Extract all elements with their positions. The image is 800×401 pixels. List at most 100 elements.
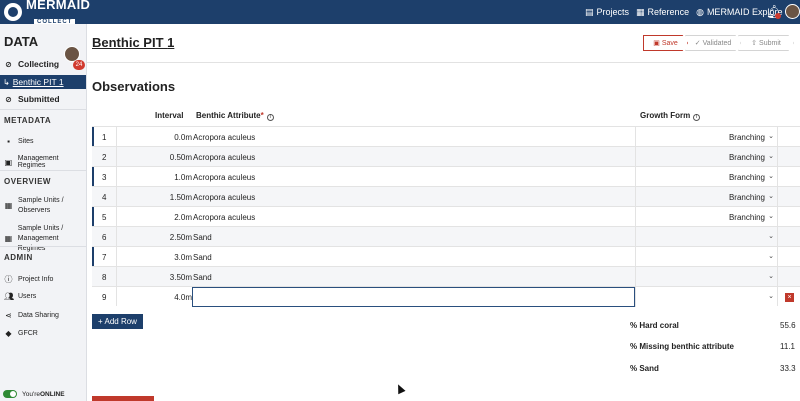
sites-icon: ▪ [7, 137, 10, 146]
info-icon: ⓘ [4, 275, 13, 284]
row-number: 8 [102, 273, 107, 282]
column-header-growth-form: Growth Form i [640, 111, 701, 121]
growth-form-select[interactable]: Branching ⌄ [635, 187, 777, 207]
chevron-down-icon: ⌄ [768, 193, 774, 200]
sidebar-item-sites[interactable]: ▪ Sites [4, 137, 34, 146]
sidebar-item-label: Users [18, 293, 37, 300]
sidebar-item-users[interactable]: 👥︎ Users [4, 292, 36, 301]
interval-cell: 2.50m [169, 233, 192, 242]
user-avatar[interactable] [785, 4, 800, 19]
row-number: 7 [102, 253, 107, 262]
table-row: 2 0.50m Acropora aculeus Branching ⌄ [92, 146, 800, 167]
mermaid-logo[interactable]: MERMAID COLLECT [4, 0, 90, 27]
info-icon[interactable]: i [693, 114, 701, 121]
nav-reference[interactable]: ▦ Reference [636, 7, 689, 18]
row-number: 6 [102, 233, 107, 242]
nav-projects[interactable]: ▤ Projects [585, 7, 629, 18]
top-bar: MERMAID COLLECT ▤ Projects ▦ Reference ◍… [0, 0, 800, 27]
column-header-interval: Interval [155, 111, 184, 120]
interval-cell: 0.0m [174, 133, 192, 142]
sidebar-item-project-info[interactable]: ⓘ Project Info [4, 274, 54, 285]
sidebar-item-label: Sites [18, 138, 34, 145]
sidebar-item-collecting[interactable]: ⊘ Collecting [4, 59, 59, 69]
chevron-down-icon: ⌄ [768, 253, 774, 260]
validated-label: Validated [702, 39, 732, 47]
globe-icon: ◍ [696, 6, 704, 17]
growth-form-select[interactable]: Branching ⌄ [635, 147, 777, 167]
benthic-attribute-cell[interactable]: Sand [193, 233, 212, 242]
sidebar-item-label: Observers [18, 207, 51, 214]
benthic-attribute-cell[interactable]: Sand [193, 253, 212, 262]
sidebar-item-label: Management Regimes [17, 155, 59, 169]
upload-icon: ⇧ [751, 40, 758, 47]
regimes-icon: ▣ [4, 157, 13, 167]
benthic-attribute-cell[interactable]: Acropora aculeus [193, 153, 255, 162]
brand-title: MERMAID [26, 0, 91, 12]
sidebar-item-label: Collecting [18, 59, 60, 69]
online-status[interactable]: You're ONLINE [3, 390, 65, 398]
sidebar-item-label: Data Sharing [18, 312, 59, 319]
sidebar-item-data-sharing[interactable]: ⋖ Data Sharing [4, 311, 59, 320]
divider [0, 246, 86, 247]
summary-missing-label: % Missing benthic attribute [630, 342, 735, 351]
benthic-attribute-cell[interactable]: Acropora aculeus [193, 193, 255, 202]
gfcr-icon: ◆ [5, 329, 12, 338]
notification-dot [775, 13, 781, 19]
interval-cell: 0.50m [169, 153, 192, 162]
benthic-attribute-cell[interactable]: Sand [193, 273, 212, 282]
sidebar-item-gfcr[interactable]: ◆ GFCR [4, 329, 37, 338]
submit-label: Submit [759, 39, 781, 47]
info-icon[interactable]: i [266, 114, 274, 121]
validated-button[interactable]: ✓ Validated [685, 35, 741, 51]
delete-row-button[interactable]: × [785, 293, 794, 302]
growth-form-select[interactable]: ⌄ [635, 287, 777, 307]
growth-form-select[interactable]: ⌄ [635, 267, 777, 287]
sidebar-item-label: Sample Units / [17, 225, 64, 232]
benthic-attribute-input[interactable] [192, 287, 635, 307]
growth-form-select[interactable]: ⌄ [635, 247, 777, 267]
growth-form-select[interactable]: Branching ⌄ [635, 207, 777, 227]
required-asterisk: * [260, 111, 264, 120]
summary-missing-value: 11.1 [780, 342, 795, 351]
nav-projects-label: Projects [596, 7, 630, 17]
chevron-down-icon: ⌄ [768, 293, 774, 300]
summary-sand-value: 33.3 [780, 364, 796, 373]
growth-form-select[interactable]: ⌄ [635, 227, 777, 247]
table-row: 3 1.0m Acropora aculeus Branching ⌄ [92, 166, 800, 187]
row-number: 5 [102, 213, 107, 222]
growth-form-value: Branching [728, 133, 765, 142]
mermaid-logo-icon [4, 3, 22, 21]
save-button[interactable]: ▣ Save [643, 35, 688, 51]
nav-reference-label: Reference [647, 7, 690, 17]
mouse-cursor-icon [394, 382, 406, 395]
observations-heading: Observations [92, 79, 176, 94]
table-row: 6 2.50m Sand ⌄ [92, 226, 800, 247]
sidebar-item-management-regimes[interactable]: ▣ Management Regimes [4, 155, 86, 169]
growth-form-select[interactable]: Branching ⌄ [635, 127, 777, 147]
sidebar-item-benthic-pit[interactable]: ↳ Benthic PIT 1 [0, 75, 86, 89]
benthic-attribute-cell[interactable]: Acropora aculeus [193, 133, 255, 142]
online-toggle[interactable] [3, 390, 17, 398]
add-row-button[interactable]: + Add Row [92, 314, 143, 329]
sidebar: DATA 24 ⊘ Collecting ↳ Benthic PIT 1 ⊘ S… [0, 24, 87, 401]
collecting-count-badge: 24 [73, 60, 85, 70]
growth-form-value: Branching [728, 193, 765, 202]
reference-icon: ▦ [636, 6, 645, 17]
sidebar-item-label: Sample Units / [18, 197, 64, 204]
top-nav: ▤ Projects ▦ Reference ◍ MERMAID Explore [585, 0, 789, 24]
growth-form-select[interactable]: Branching ⌄ [635, 167, 777, 187]
row-number: 9 [102, 293, 107, 302]
submit-button[interactable]: ⇧ Submit [738, 35, 794, 51]
table-icon: ▦ [4, 234, 13, 243]
check-icon: ✓ [694, 40, 701, 47]
summary-hard-coral-label: % Hard coral [630, 321, 679, 330]
benthic-attribute-cell[interactable]: Acropora aculeus [193, 173, 255, 182]
delete-record-button[interactable] [92, 396, 154, 401]
share-icon: ⋖ [5, 311, 12, 320]
row-number: 1 [102, 133, 107, 142]
benthic-attribute-cell[interactable]: Acropora aculeus [193, 213, 255, 222]
sidebar-item-submitted[interactable]: ⊘ Submitted [4, 94, 59, 104]
sidebar-item-su-observers[interactable]: ▦ Sample Units / Observers [4, 196, 64, 216]
sidebar-item-su-regimes[interactable]: ▦ Sample Units / Management Regimes [4, 224, 86, 254]
sidebar-item-label: Benthic PIT 1 [12, 77, 64, 87]
